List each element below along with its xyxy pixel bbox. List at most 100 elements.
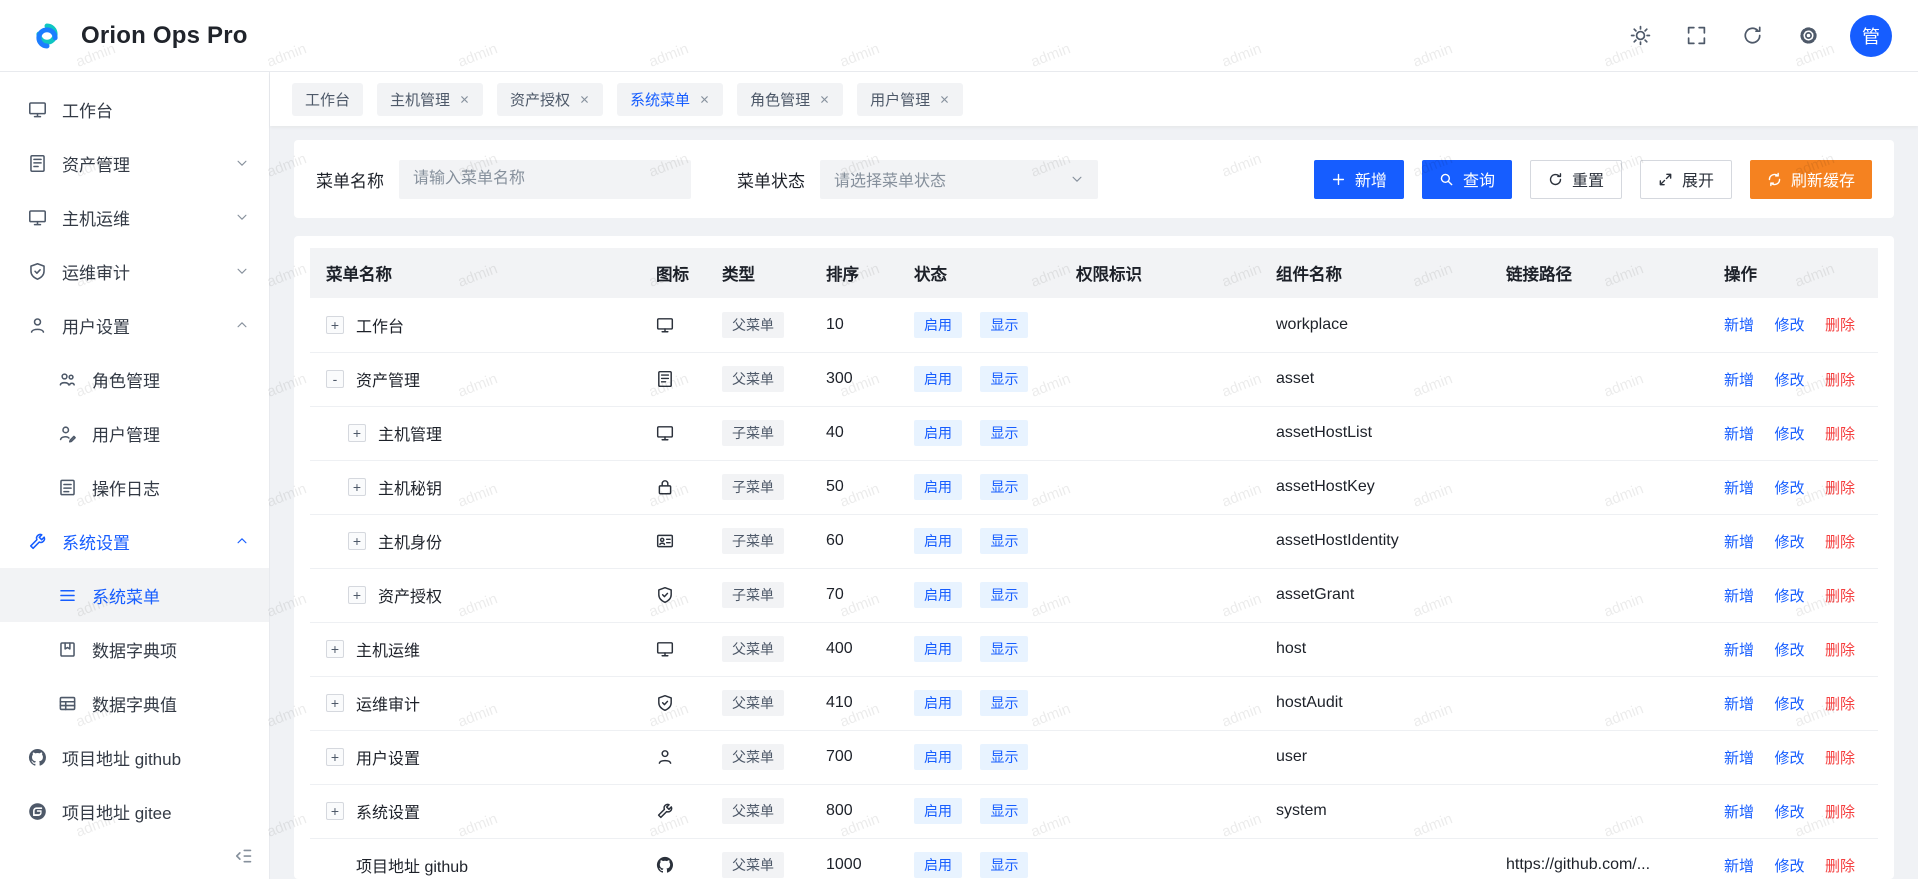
row-edit-link[interactable]: 修改 (1774, 317, 1804, 334)
row-delete-link[interactable]: 删除 (1825, 804, 1855, 821)
tab-system-menu[interactable]: 系统菜单 (617, 83, 723, 116)
sidebar-collapse-button[interactable] (233, 845, 255, 867)
theme-toggle-button[interactable] (1620, 16, 1660, 56)
component-value: user (1276, 748, 1307, 765)
status-badge-visible: 显示 (980, 312, 1028, 338)
row-delete-link[interactable]: 删除 (1825, 426, 1855, 443)
status-badge-enabled: 启用 (914, 744, 962, 770)
tab-user-management[interactable]: 用户管理 (857, 83, 963, 116)
row-add-link[interactable]: 新增 (1724, 696, 1754, 713)
expand-toggle[interactable]: + (326, 694, 344, 712)
sidebar-item-gitee[interactable]: 项目地址 gitee (0, 784, 269, 838)
order-value: 300 (826, 370, 853, 387)
row-add-link[interactable]: 新增 (1724, 426, 1754, 443)
reset-button[interactable]: 重置 (1530, 160, 1622, 199)
search-button[interactable]: 查询 (1422, 160, 1512, 199)
row-delete-link[interactable]: 删除 (1825, 317, 1855, 334)
table-row: + 资产授权 子菜单 70 启用 显示 assetGrant (310, 568, 1878, 622)
row-edit-link[interactable]: 修改 (1774, 750, 1804, 767)
menu-name: 系统设置 (356, 799, 420, 823)
refresh-cache-button[interactable]: 刷新缓存 (1750, 160, 1872, 199)
status-badge-enabled: 启用 (914, 690, 962, 716)
row-delete-link[interactable]: 删除 (1825, 642, 1855, 659)
expand-toggle[interactable]: + (326, 316, 344, 334)
sidebar-item-user-settings[interactable]: 用户设置 (0, 298, 269, 352)
menu-name: 运维审计 (356, 691, 420, 715)
expand-toggle[interactable]: + (348, 586, 366, 604)
row-delete-link[interactable]: 删除 (1825, 372, 1855, 389)
expand-toggle[interactable]: + (326, 748, 344, 766)
sidebar-item-operation-log[interactable]: 操作日志 (0, 460, 269, 514)
table-row: + 系统设置 父菜单 800 启用 显示 system (310, 784, 1878, 838)
row-delete-link[interactable]: 删除 (1825, 588, 1855, 605)
expand-toggle[interactable]: + (326, 640, 344, 658)
row-edit-link[interactable]: 修改 (1774, 804, 1804, 821)
settings-button[interactable] (1788, 16, 1828, 56)
tab-asset-grant[interactable]: 资产授权 (497, 83, 603, 116)
row-add-link[interactable]: 新增 (1724, 750, 1754, 767)
menu-lines-icon (58, 586, 77, 605)
sidebar-item-workbench[interactable]: 工作台 (0, 82, 269, 136)
row-add-link[interactable]: 新增 (1724, 480, 1754, 497)
expand-button[interactable]: 展开 (1640, 160, 1732, 199)
gitee-icon (28, 802, 47, 821)
collapse-toggle[interactable]: - (326, 370, 344, 388)
menu-name: 工作台 (356, 313, 404, 337)
menu-status-select[interactable]: 请选择菜单状态 (820, 160, 1098, 199)
row-add-link[interactable]: 新增 (1724, 317, 1754, 334)
row-delete-link[interactable]: 删除 (1825, 858, 1855, 875)
avatar[interactable]: 管 (1850, 15, 1892, 57)
row-delete-link[interactable]: 删除 (1825, 750, 1855, 767)
row-delete-link[interactable]: 删除 (1825, 480, 1855, 497)
asset-book-icon (28, 154, 47, 173)
row-edit-link[interactable]: 修改 (1774, 588, 1804, 605)
row-delete-link[interactable]: 删除 (1825, 534, 1855, 551)
sidebar-item-system-settings[interactable]: 系统设置 (0, 514, 269, 568)
header-actions: 管 (1620, 15, 1892, 57)
close-icon[interactable] (579, 94, 590, 105)
row-add-link[interactable]: 新增 (1724, 372, 1754, 389)
row-add-link[interactable]: 新增 (1724, 534, 1754, 551)
row-edit-link[interactable]: 修改 (1774, 372, 1804, 389)
close-icon[interactable] (699, 94, 710, 105)
sidebar-item-dict-keys[interactable]: 数据字典项 (0, 622, 269, 676)
table-row: 项目地址 github 父菜单 1000 启用 显示 https://githu… (310, 838, 1878, 879)
app-logo[interactable]: Orion Ops Pro (26, 15, 248, 57)
row-edit-link[interactable]: 修改 (1774, 642, 1804, 659)
sidebar-item-system-menu[interactable]: 系统菜单 (0, 568, 269, 622)
reload-icon (1742, 25, 1763, 46)
sidebar-item-host-ops[interactable]: 主机运维 (0, 190, 269, 244)
expand-toggle[interactable]: + (348, 478, 366, 496)
row-add-link[interactable]: 新增 (1724, 642, 1754, 659)
close-icon[interactable] (819, 94, 830, 105)
expand-toggle[interactable]: + (348, 532, 366, 550)
tab-role-management[interactable]: 角色管理 (737, 83, 843, 116)
sidebar-item-asset-management[interactable]: 资产管理 (0, 136, 269, 190)
row-edit-link[interactable]: 修改 (1774, 696, 1804, 713)
tab-workbench[interactable]: 工作台 (292, 83, 363, 116)
status-badge-visible: 显示 (980, 852, 1028, 878)
sidebar-item-dict-values[interactable]: 数据字典值 (0, 676, 269, 730)
row-delete-link[interactable]: 删除 (1825, 696, 1855, 713)
sidebar-item-role-management[interactable]: 角色管理 (0, 352, 269, 406)
sidebar-item-github[interactable]: 项目地址 github (0, 730, 269, 784)
menu-name-input[interactable] (399, 160, 691, 199)
menu-name: 主机秘钥 (378, 475, 442, 499)
expand-toggle[interactable]: + (348, 424, 366, 442)
sidebar-item-user-management[interactable]: 用户管理 (0, 406, 269, 460)
row-edit-link[interactable]: 修改 (1774, 426, 1804, 443)
tab-host-management[interactable]: 主机管理 (377, 83, 483, 116)
row-add-link[interactable]: 新增 (1724, 858, 1754, 875)
expand-toggle[interactable]: + (326, 802, 344, 820)
row-edit-link[interactable]: 修改 (1774, 480, 1804, 497)
add-button[interactable]: 新增 (1314, 160, 1404, 199)
page-reload-button[interactable] (1732, 16, 1772, 56)
close-icon[interactable] (459, 94, 470, 105)
fullscreen-button[interactable] (1676, 16, 1716, 56)
sidebar-item-ops-audit[interactable]: 运维审计 (0, 244, 269, 298)
row-add-link[interactable]: 新增 (1724, 804, 1754, 821)
row-add-link[interactable]: 新增 (1724, 588, 1754, 605)
row-edit-link[interactable]: 修改 (1774, 858, 1804, 875)
row-edit-link[interactable]: 修改 (1774, 534, 1804, 551)
close-icon[interactable] (939, 94, 950, 105)
